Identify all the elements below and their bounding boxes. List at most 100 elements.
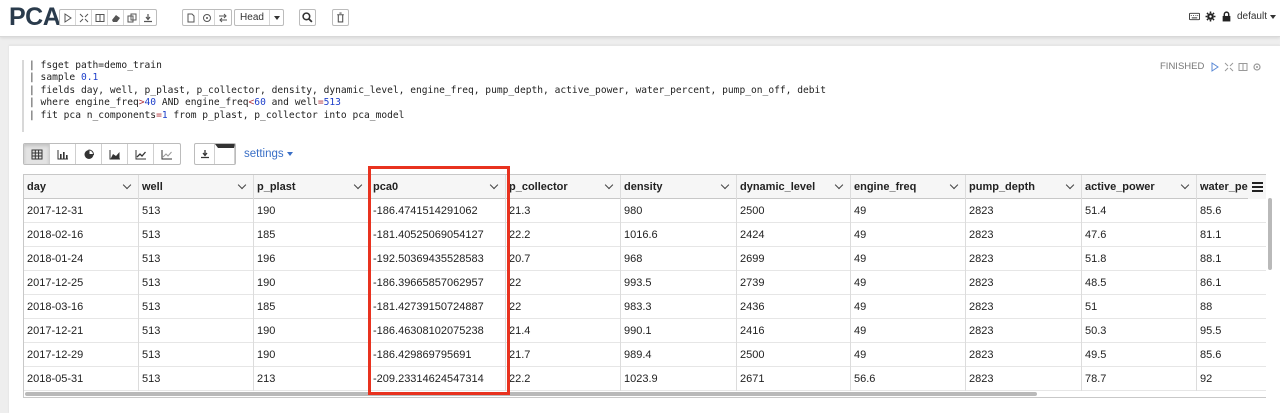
download-dropdown[interactable] (194, 143, 236, 165)
chevron-down-icon[interactable] (215, 144, 235, 164)
table-cell: 85.6 (1197, 199, 1266, 223)
visualization-toolbar (23, 143, 181, 165)
expand-icon[interactable] (76, 10, 92, 25)
right-tools: default (1188, 11, 1276, 22)
column-header-p-plast[interactable]: p_plast (254, 175, 370, 199)
head-select[interactable]: Head (234, 9, 284, 26)
table-row[interactable]: 2018-01-24 513 196 -192.50369435528583 20.7 9… (24, 247, 1266, 271)
area-chart-button[interactable] (102, 144, 128, 164)
keyboard-icon[interactable] (1188, 11, 1200, 22)
table-cell: 49.5 (1082, 343, 1197, 367)
table-row[interactable]: 2018-02-16 513 185 -181.40525069054127 22.2 1… (24, 223, 1266, 247)
code-line: | fields day, well, p_plast, p_collector… (29, 85, 1267, 97)
lock-icon[interactable] (1221, 11, 1232, 22)
circle-icon[interactable] (199, 10, 215, 25)
table-cell: 513 (139, 343, 254, 367)
column-header-active-power[interactable]: active_power (1082, 175, 1197, 199)
chevron-down-icon[interactable] (122, 180, 132, 190)
download-icon[interactable] (195, 144, 215, 164)
download-icon[interactable] (140, 10, 156, 25)
column-header-engine-freq[interactable]: engine_freq (851, 175, 966, 199)
column-header-pump-depth[interactable]: pump_depth (966, 175, 1082, 199)
status-text: FINISHED (1160, 61, 1205, 72)
column-header-density[interactable]: density (621, 175, 737, 199)
table-cell: 2017-12-29 (24, 343, 139, 367)
document-icon[interactable] (183, 10, 199, 25)
scatter-chart-button[interactable] (154, 144, 180, 164)
column-header-label: engine_freq (854, 181, 917, 193)
chevron-down-icon[interactable] (489, 180, 499, 190)
play-icon[interactable] (60, 10, 76, 25)
table-row[interactable]: 2018-03-16 513 185 -181.42739150724887 22 983… (24, 295, 1266, 319)
settings-label: settings (244, 148, 284, 160)
chevron-down-icon[interactable] (1065, 180, 1075, 190)
default-select[interactable]: default (1237, 11, 1276, 22)
chevron-down-icon (286, 152, 293, 156)
code-token: 40 (144, 97, 157, 109)
table-view-button[interactable] (24, 144, 50, 164)
table-cell: 51 (1082, 295, 1197, 319)
vertical-scrollbar[interactable] (1268, 198, 1272, 270)
column-menu-icon[interactable] (1248, 175, 1266, 199)
code-editor[interactable]: | fsget path=demo_train | sample 0.1 | fie… (22, 60, 1267, 132)
line-chart-button[interactable] (128, 144, 154, 164)
chevron-down-icon[interactable] (353, 180, 363, 190)
area-chart-icon (109, 149, 120, 159)
column-header-label: p_plast (257, 181, 296, 193)
table-row[interactable]: 2017-12-29 513 190 -186.429869795691 21.7 989… (24, 343, 1266, 367)
code-token: 60 (254, 97, 266, 109)
table-row[interactable]: 2017-12-21 513 190 -186.46308102075238 21.4 9… (24, 319, 1266, 343)
eraser-icon[interactable] (108, 10, 124, 25)
table-cell: 2416 (737, 319, 851, 343)
chevron-down-icon[interactable] (1180, 180, 1190, 190)
column-header-pca0[interactable]: pca0 (370, 175, 506, 199)
code-line: | fsget path=demo_train (29, 60, 1267, 72)
column-header-dynamic-level[interactable]: dynamic_level (737, 175, 851, 199)
table-cell: 513 (139, 223, 254, 247)
chevron-down-icon[interactable] (949, 180, 959, 190)
table-cell: 2018-02-16 (24, 223, 139, 247)
chevron-down-icon[interactable] (720, 180, 730, 190)
book-icon[interactable] (1238, 62, 1248, 72)
horizontal-scrollbar[interactable] (25, 392, 1037, 396)
table-cell: 2699 (737, 247, 851, 271)
trash-button[interactable] (332, 9, 349, 26)
column-header-label: day (27, 181, 46, 193)
column-header-p-collector[interactable]: p_collector (506, 175, 621, 199)
play-icon[interactable] (1210, 61, 1220, 72)
table-cell: 2018-03-16 (24, 295, 139, 319)
scatter-chart-icon (161, 149, 172, 159)
table-row[interactable]: 2018-05-31 513 213 -209.23314624547314 22.2 1… (24, 367, 1266, 391)
settings-dropdown[interactable]: settings (244, 148, 293, 160)
pie-chart-icon (84, 148, 94, 159)
table-cell: 22.2 (506, 223, 621, 247)
expand-icon[interactable] (1224, 62, 1234, 72)
chevron-down-icon[interactable] (237, 180, 247, 190)
gear-icon[interactable] (1252, 62, 1262, 72)
table-cell: 1016.6 (621, 223, 737, 247)
table-cell: 2424 (737, 223, 851, 247)
copy-icon[interactable] (124, 10, 140, 25)
paragraph: | fsget path=demo_train | sample 0.1 | fie… (9, 45, 1280, 413)
pie-chart-button[interactable] (76, 144, 102, 164)
table-row[interactable]: 2017-12-31 513 190 -186.4741514291062 21.3 98… (24, 199, 1266, 223)
code-token: and well (265, 97, 318, 109)
chevron-down-icon[interactable] (834, 180, 844, 190)
swap-icon[interactable] (215, 10, 231, 25)
table-cell: 20.7 (506, 247, 621, 271)
column-header-day[interactable]: day (24, 175, 139, 199)
chevron-down-icon[interactable] (604, 180, 614, 190)
gear-icon[interactable] (1205, 11, 1216, 22)
trash-icon (337, 12, 344, 23)
column-header-well[interactable]: well (139, 175, 254, 199)
bar-chart-button[interactable] (50, 144, 76, 164)
book-icon[interactable] (92, 10, 108, 25)
code-token: AND engine_freq (156, 97, 249, 109)
table-cell: 1023.9 (621, 367, 737, 391)
paragraph-status: FINISHED (1160, 61, 1262, 72)
table-cell: 49 (851, 319, 966, 343)
table-cell: 50.3 (1082, 319, 1197, 343)
table-row[interactable]: 2017-12-25 513 190 -186.39665857062957 22 993… (24, 271, 1266, 295)
search-button[interactable] (299, 9, 316, 26)
table-cell: 85.6 (1197, 343, 1266, 367)
